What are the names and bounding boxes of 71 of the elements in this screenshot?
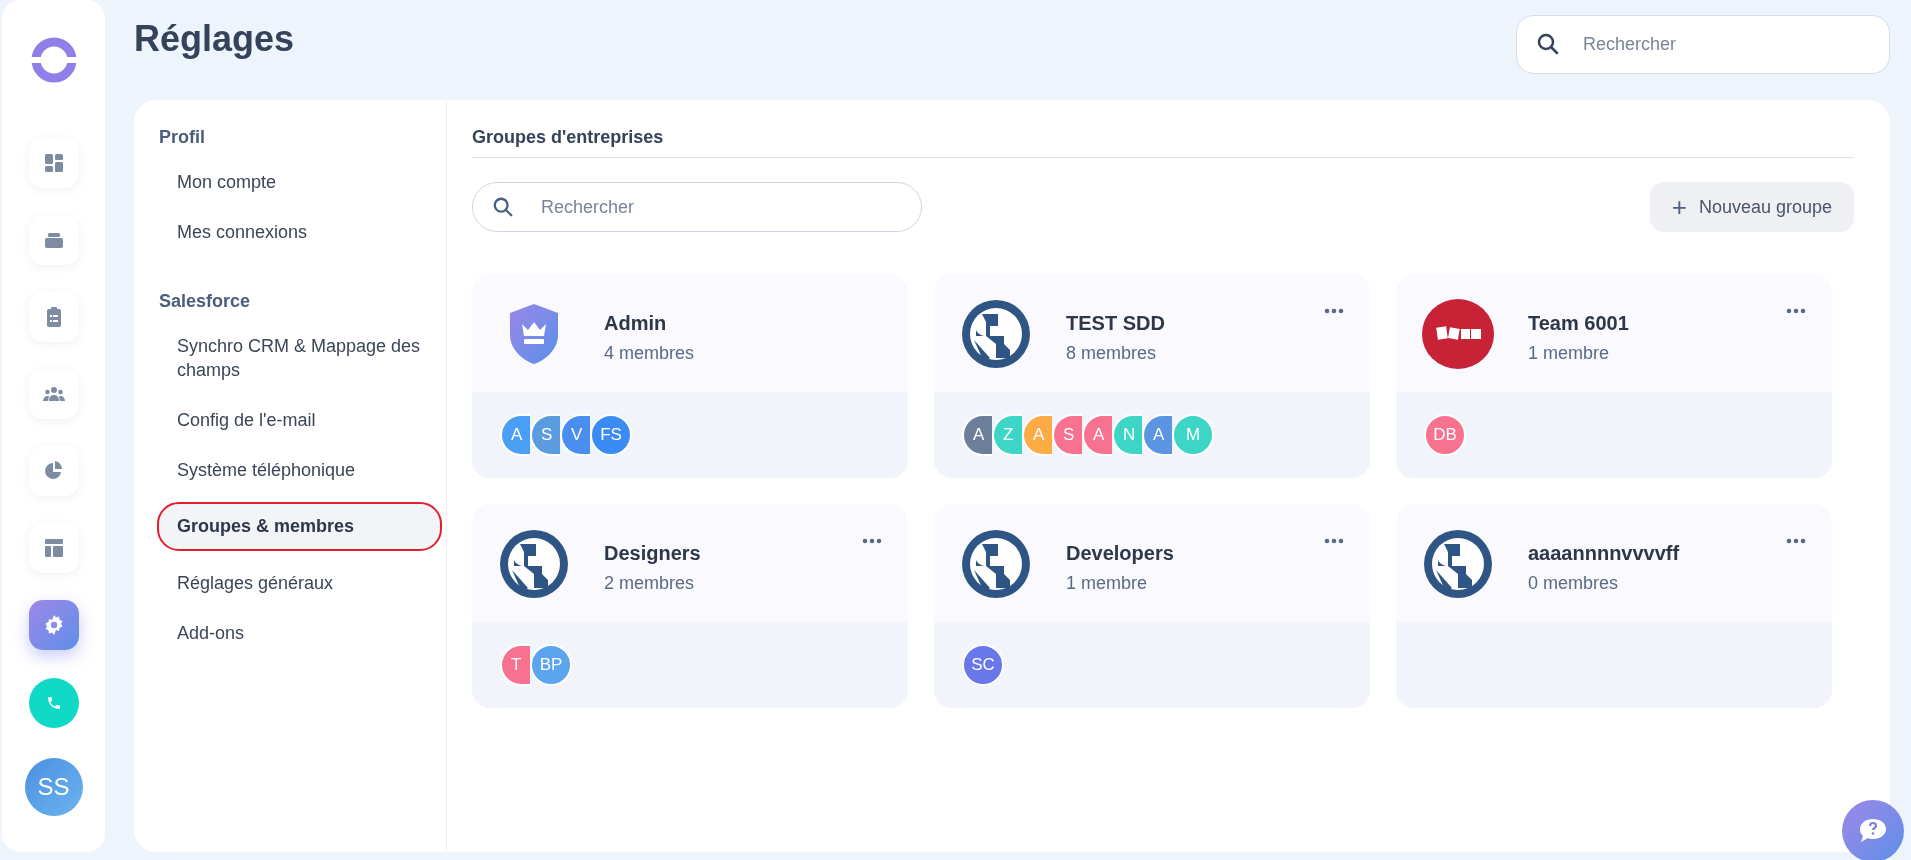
nav-item[interactable]: Config de l'e-mail (159, 402, 440, 438)
nav-heading: Profil (159, 126, 206, 149)
more-icon[interactable] (1786, 538, 1806, 544)
more-icon[interactable] (1324, 538, 1344, 544)
nav-heading: Salesforce (159, 290, 252, 313)
shield-crown-icon (508, 302, 560, 366)
more-icon[interactable] (1324, 308, 1344, 314)
new-group-button[interactable]: + Nouveau groupe (1649, 182, 1854, 232)
member-avatar[interactable]: A (962, 414, 992, 456)
globe-icon (962, 530, 1030, 598)
nav-rail-button[interactable] (28, 292, 79, 342)
group-card[interactable]: Designers 2 membres T BP (472, 504, 908, 708)
nav-item[interactable]: Mes connexions (159, 214, 440, 250)
search-field[interactable]: Rechercher (472, 182, 922, 232)
member-avatar[interactable]: S (1052, 414, 1082, 456)
nav-rail-button[interactable] (28, 138, 79, 188)
member-count: 1 membre (1066, 572, 1149, 595)
phone-icon (45, 695, 62, 711)
member-avatar[interactable]: S (530, 414, 560, 456)
group-name: aaaannnnvvvvff (1528, 541, 1680, 566)
search-field[interactable]: Rechercher (1516, 14, 1890, 74)
nav-rail-button[interactable] (28, 446, 79, 496)
search-icon (1536, 31, 1560, 56)
group-name: Admin (604, 311, 668, 336)
member-count: 0 membres (1528, 572, 1620, 595)
nav-item[interactable]: Add-ons (159, 615, 440, 651)
help-icon (1858, 817, 1888, 845)
tiles-logo-icon (1422, 299, 1494, 369)
member-count: 4 membres (604, 342, 695, 365)
member-avatar[interactable]: A (1082, 414, 1112, 456)
globe-icon (962, 300, 1030, 368)
nav-rail-button[interactable] (28, 600, 79, 650)
group-card[interactable]: Team 6001 1 membre DB (1396, 274, 1832, 478)
search-icon (492, 196, 514, 218)
group-name: Developers (1066, 541, 1174, 566)
user-avatar[interactable]: SS (24, 758, 83, 816)
page-title: Réglages (134, 17, 295, 61)
nav-item[interactable]: Mon compte (159, 164, 440, 200)
nav-item[interactable]: Réglages généraux (159, 565, 440, 601)
group-name: TEST SDD (1066, 311, 1165, 336)
phone-button[interactable] (28, 678, 79, 728)
group-name: Designers (604, 541, 701, 566)
member-avatar[interactable]: SC (962, 644, 1004, 686)
nav-item[interactable]: Groupes & membres (157, 502, 442, 551)
member-avatar[interactable]: T (500, 644, 530, 686)
group-card[interactable]: Developers 1 membre SC (934, 504, 1370, 708)
member-count: 2 membres (604, 572, 696, 595)
group-card[interactable]: Admin 4 membres A S V FS (472, 274, 908, 478)
help-button[interactable] (1842, 800, 1904, 860)
member-avatar[interactable]: BP (530, 644, 572, 686)
nav-item[interactable]: Système téléphonique (159, 452, 440, 488)
logo-icon[interactable] (29, 36, 78, 84)
member-avatar[interactable]: A (1142, 414, 1172, 456)
member-count: 8 membres (1066, 342, 1158, 365)
member-avatar[interactable]: A (500, 414, 530, 456)
globe-icon (1424, 530, 1492, 598)
group-card[interactable]: aaaannnnvvvvff 0 membres (1396, 504, 1832, 708)
more-icon[interactable] (862, 538, 882, 544)
section-title: Groupes d'entreprises (472, 127, 664, 147)
group-card[interactable]: TEST SDD 8 membres A Z A S A N A M (934, 274, 1370, 478)
member-avatar[interactable]: DB (1424, 414, 1466, 456)
member-count: 1 membre (1528, 342, 1611, 365)
group-name: Team 6001 (1528, 311, 1629, 336)
nav-rail-button[interactable] (28, 523, 79, 573)
globe-icon (500, 530, 568, 598)
more-icon[interactable] (1786, 308, 1806, 314)
member-avatar[interactable]: FS (590, 414, 632, 456)
nav-rail-button[interactable] (28, 369, 79, 419)
nav-item[interactable]: Synchro CRM & Mappage des champs (159, 328, 440, 388)
member-avatar[interactable]: V (560, 414, 590, 456)
nav-rail-button[interactable] (28, 215, 79, 265)
